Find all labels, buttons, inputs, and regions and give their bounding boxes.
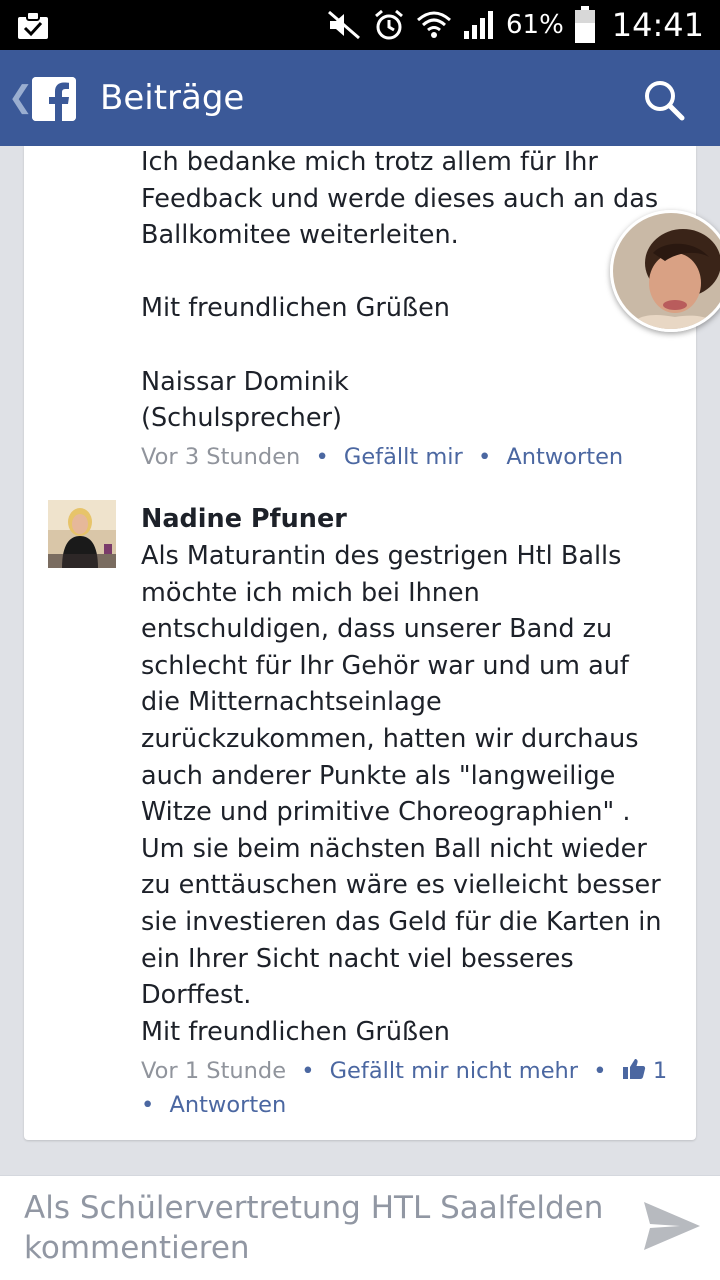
app-bar: ❮ Beiträge — [0, 50, 720, 146]
search-icon[interactable] — [642, 78, 686, 122]
comment-body: Als Maturantin des gestrigen Htl Balls m… — [141, 538, 681, 1050]
comment-line: auch anderer Punkte als "langweilige — [141, 760, 616, 791]
comment-line: Mit freundlichen Grüßen — [141, 293, 450, 324]
comment-line: Mit freundlichen Grüßen — [141, 1016, 450, 1047]
comment-line — [141, 327, 681, 364]
send-icon[interactable] — [642, 1198, 702, 1254]
thumbs-up-icon — [622, 1059, 645, 1079]
avatar[interactable] — [48, 500, 116, 568]
unlike-link[interactable]: Gefällt mir nicht mehr — [330, 1058, 578, 1084]
like-count[interactable]: 1 — [653, 1058, 667, 1084]
comment-body: Ich bedanke mich trotz allem für Ihr Fee… — [141, 144, 681, 437]
comment-line: Als Maturantin des gestrigen Htl Balls — [141, 541, 622, 571]
comments-card: Ich bedanke mich trotz allem für Ihr Fee… — [24, 146, 696, 1140]
reply-link[interactable]: Antworten — [506, 444, 623, 470]
back-chevron-icon[interactable]: ❮ — [8, 80, 33, 115]
comment-line: möchte ich mich bei Ihnen — [141, 577, 480, 608]
comment-input[interactable]: Als Schülervertretung HTL Saalfelden kom… — [24, 1188, 624, 1268]
comment-line: die Mitternachtseinlage — [141, 687, 442, 718]
signal-icon — [463, 11, 493, 39]
like-link[interactable]: Gefällt mir — [344, 444, 463, 470]
status-bar: 61% 14:41 — [0, 0, 720, 50]
comment-time: Vor 1 Stunde — [141, 1058, 287, 1084]
comment-meta: Vor 1 Stunde • Gefällt mir nicht mehr • … — [141, 1058, 668, 1084]
battery-icon — [574, 6, 595, 43]
clock: 14:41 — [611, 6, 704, 44]
comment-time: Vor 3 Stunden — [141, 444, 301, 470]
comment-line: (Schulsprecher) — [141, 403, 342, 434]
comment-meta: Vor 3 Stunden • Gefällt mir • Antworten — [141, 444, 624, 470]
comment-line — [141, 254, 681, 291]
comment-line: Um sie beim nächsten Ball nicht wieder — [141, 833, 647, 864]
comment-line: Witze und primitive Choreographien" . — [141, 797, 631, 828]
comment-line: sie investieren das Geld für die Karten … — [141, 906, 662, 937]
reply-link[interactable]: Antworten — [169, 1092, 286, 1118]
alarm-icon — [375, 9, 403, 40]
comment-line: schlecht für Ihr Gehör war und um auf — [141, 650, 629, 681]
comment-line: ein Ihrer Sicht nacht viel besseres — [141, 943, 574, 974]
comment-line: Dorffest. — [141, 980, 252, 1011]
clipboard-check-icon — [18, 11, 48, 39]
battery-percent: 61% — [505, 10, 564, 40]
wifi-icon — [416, 11, 451, 38]
facebook-logo-icon[interactable] — [32, 77, 76, 121]
chat-head-avatar[interactable] — [610, 210, 720, 332]
comment-line: entschuldigen, dass unserer Band zu — [141, 614, 613, 645]
comment-line: Ich bedanke mich trotz allem für Ihr — [141, 147, 598, 177]
comment-line: zurückzukommen, hatten wir durchaus — [141, 723, 639, 754]
comment-line: Naissar Dominik — [141, 366, 349, 397]
mute-icon — [328, 10, 360, 40]
comment-line: Ballkomitee weiterleiten. — [141, 220, 459, 251]
page-title: Beiträge — [100, 78, 245, 118]
comment-meta-reply: • Antworten — [141, 1092, 287, 1118]
comment-author[interactable]: Nadine Pfuner — [141, 504, 347, 534]
comment-line: Feedback und werde dieses auch an das — [141, 183, 659, 214]
comment-composer: Als Schülervertretung HTL Saalfelden kom… — [0, 1175, 720, 1280]
comment-line: zu enttäuschen wäre es vielleicht besser — [141, 870, 661, 901]
